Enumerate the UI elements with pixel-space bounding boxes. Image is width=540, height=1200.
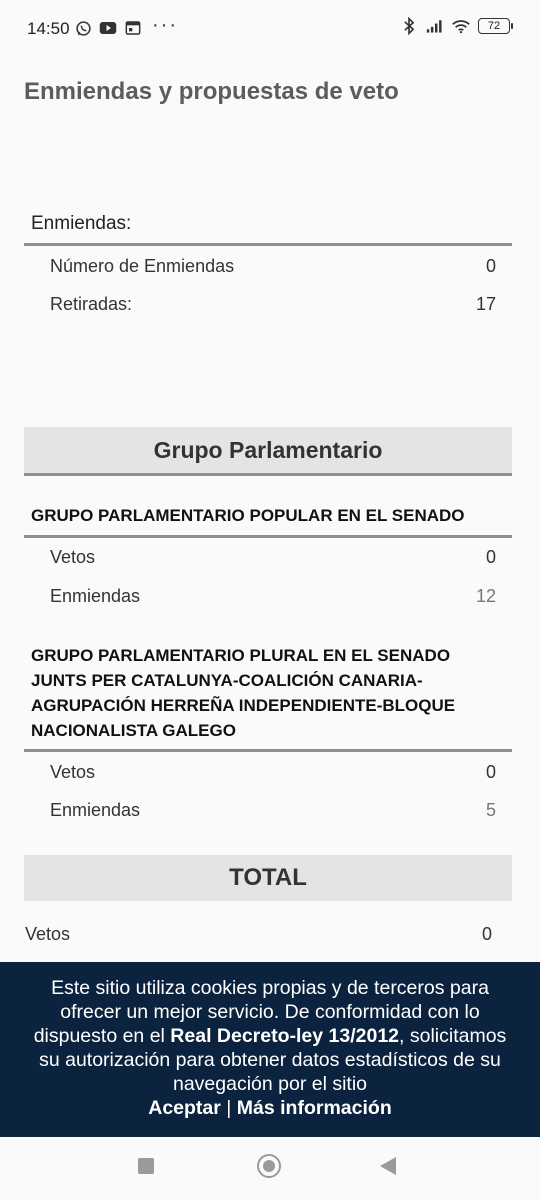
stat-row: Vetos 0	[50, 762, 496, 783]
accept-button[interactable]: Aceptar	[148, 1097, 221, 1119]
law-reference: Real Decreto-ley 13/2012	[170, 1025, 400, 1047]
group-name: GRUPO PARLAMENTARIO POPULAR EN EL SENADO	[31, 506, 465, 525]
cookie-actions: Aceptar | Más información	[30, 1096, 510, 1120]
cookie-banner: Este sitio utiliza cookies propias y de …	[0, 962, 540, 1137]
stat-value: 12	[475, 586, 496, 606]
stat-label: Enmiendas	[50, 800, 141, 820]
calendar-icon	[124, 19, 142, 37]
youtube-icon	[99, 19, 117, 37]
stat-label: Vetos	[50, 547, 96, 567]
stat-row: Vetos 0	[25, 924, 492, 945]
separator: |	[220, 1097, 237, 1119]
home-icon[interactable]	[257, 1154, 281, 1178]
stat-row: Número de Enmiendas 0	[50, 256, 496, 277]
bluetooth-icon	[400, 17, 418, 35]
divider	[24, 535, 512, 538]
stat-label: Retiradas:	[50, 294, 133, 314]
divider	[24, 749, 512, 752]
total-header: TOTAL	[24, 855, 512, 901]
signal-icon	[426, 17, 444, 35]
back-icon[interactable]	[380, 1157, 396, 1175]
stat-value: 0	[485, 256, 496, 276]
stat-row: Vetos 0	[50, 547, 496, 568]
group-name: GRUPO PARLAMENTARIO PLURAL EN EL SENADO …	[31, 646, 456, 740]
divider	[24, 243, 512, 246]
stat-label: Vetos	[50, 762, 96, 782]
stat-label: Vetos	[25, 924, 71, 944]
stat-value: 5	[485, 800, 496, 820]
wifi-icon	[452, 17, 470, 35]
status-bar: 14:50 ··· 72	[0, 0, 540, 58]
stat-label: Enmiendas	[50, 586, 141, 606]
stat-value: 17	[475, 294, 496, 314]
divider	[24, 473, 512, 476]
grupo-parlamentario-header: Grupo Parlamentario	[24, 427, 512, 473]
more-info-link[interactable]: Más información	[237, 1097, 392, 1119]
battery-icon: 72	[478, 18, 513, 34]
stat-value: 0	[481, 924, 492, 944]
whatsapp-icon	[74, 19, 92, 37]
recent-apps-icon[interactable]	[138, 1158, 154, 1174]
status-time: 14:50	[27, 19, 70, 38]
stat-value: 0	[485, 762, 496, 782]
notification-icons	[74, 19, 142, 37]
enmiendas-section-label: Enmiendas:	[31, 213, 132, 234]
more-notifications-icon: ···	[152, 14, 178, 36]
system-icons: 72	[400, 17, 513, 35]
stat-row: Retiradas: 17	[50, 294, 496, 315]
page-title: Enmiendas y propuestas de veto	[24, 78, 399, 105]
stat-value: 0	[485, 547, 496, 567]
stat-label: Número de Enmiendas	[50, 256, 235, 276]
stat-row: Enmiendas 12	[50, 586, 496, 607]
stat-row: Enmiendas 5	[50, 800, 496, 821]
navigation-bar	[0, 1137, 540, 1200]
